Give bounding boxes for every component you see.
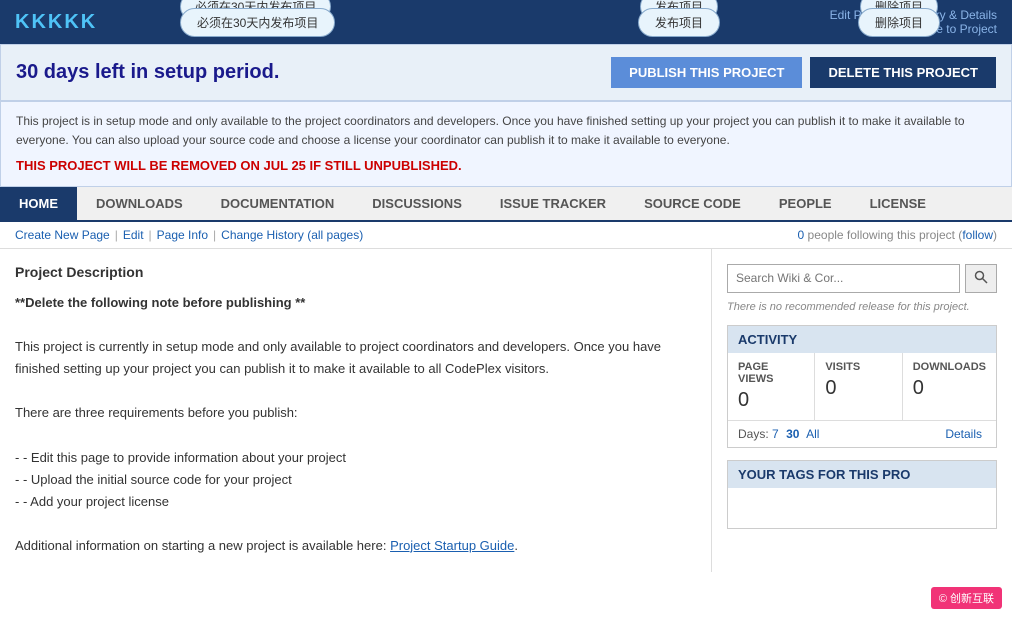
- tab-issue-tracker[interactable]: ISSUE TRACKER: [481, 187, 625, 220]
- tags-box: YOUR TAGS FOR THIS PRO: [727, 460, 997, 529]
- logo: KKKKK: [15, 11, 97, 34]
- warning-text: THIS PROJECT WILL BE REMOVED ON JUL 25 I…: [16, 156, 996, 176]
- guide-link[interactable]: Project Startup Guide: [390, 538, 514, 553]
- requirements-list: - Edit this page to provide information …: [15, 447, 696, 513]
- notice-buttons: PUBLISH THIS PROJECT DELETE THIS PROJECT: [611, 57, 996, 88]
- requirements-heading: There are three requirements before you …: [15, 402, 696, 424]
- stat-visits: VISITS 0: [815, 353, 902, 420]
- search-icon: [974, 270, 988, 284]
- req2: - Upload the initial source code for you…: [15, 469, 696, 491]
- watermark: © 创新互联: [931, 587, 1002, 609]
- project-desc-body: **Delete the following note before publi…: [15, 292, 696, 557]
- no-release-text: There is no recommended release for this…: [727, 301, 997, 313]
- main-content: Project Description **Delete the followi…: [0, 249, 1012, 572]
- search-row: [727, 264, 997, 293]
- tags-header: YOUR TAGS FOR THIS PRO: [728, 461, 996, 488]
- days-row: Days: 7 30 All Details: [728, 420, 996, 447]
- publish-button[interactable]: PUBLISH THIS PROJECT: [611, 57, 802, 88]
- create-new-page-link[interactable]: Create New Page: [15, 228, 110, 242]
- tab-people[interactable]: PEOPLE: [760, 187, 851, 220]
- tab-home[interactable]: HOME: [0, 187, 77, 220]
- note-body: This project is currently in setup mode …: [15, 336, 696, 380]
- tab-license[interactable]: LICENSE: [851, 187, 945, 220]
- subscribe-link[interactable]: Subscribe to Project: [890, 22, 997, 36]
- activity-stats: PAGE VIEWS 0 VISITS 0 DOWNLOADS 0: [728, 353, 996, 420]
- activity-header: ACTIVITY: [728, 326, 996, 353]
- search-input[interactable]: [727, 264, 960, 293]
- additional-info: Additional information on starting a new…: [15, 535, 696, 557]
- content-right: There is no recommended release for this…: [712, 249, 1012, 572]
- req1: - Edit this page to provide information …: [15, 447, 696, 469]
- req3: - Add your project license: [15, 491, 696, 513]
- tab-discussions[interactable]: DISCUSSIONS: [353, 187, 481, 220]
- sub-nav-right: 0 people following this project (follow): [798, 228, 997, 242]
- content-left: Project Description **Delete the followi…: [0, 249, 712, 572]
- days-30-link[interactable]: 30: [786, 427, 799, 441]
- page-info-link[interactable]: Page Info: [157, 228, 208, 242]
- days-7-link[interactable]: 7: [772, 427, 779, 441]
- description-text: This project is in setup mode and only a…: [16, 112, 996, 150]
- tab-source-code[interactable]: SOURCE CODE: [625, 187, 760, 220]
- project-desc-title: Project Description: [15, 264, 696, 280]
- activity-box: ACTIVITY PAGE VIEWS 0 VISITS 0 DOWNLOADS…: [727, 325, 997, 448]
- details-link[interactable]: Details: [945, 427, 982, 441]
- notice-text: 30 days left in setup period.: [16, 61, 279, 84]
- notice-bar: 30 days left in setup period. PUBLISH TH…: [0, 44, 1012, 101]
- following-text: people following this project (: [808, 228, 963, 242]
- days-label: Days:: [738, 427, 769, 441]
- change-history-link[interactable]: Change History (all pages): [221, 228, 363, 242]
- sub-nav-left: Create New Page | Edit | Page Info | Cha…: [15, 228, 363, 242]
- stat-pageviews: PAGE VIEWS 0: [728, 353, 815, 420]
- days-all-link[interactable]: All: [806, 427, 819, 441]
- delete-button[interactable]: DELETE THIS PROJECT: [810, 57, 996, 88]
- tab-documentation[interactable]: DOCUMENTATION: [202, 187, 354, 220]
- follow-link[interactable]: follow: [962, 228, 993, 242]
- stat-downloads: DOWNLOADS 0: [903, 353, 996, 420]
- description-bar: This project is in setup mode and only a…: [0, 101, 1012, 187]
- followers-count: 0: [798, 228, 805, 242]
- search-button[interactable]: [965, 264, 997, 293]
- edit-link[interactable]: Edit: [123, 228, 144, 242]
- tags-content: [728, 488, 996, 528]
- tab-downloads[interactable]: DOWNLOADS: [77, 187, 202, 220]
- sub-nav: Create New Page | Edit | Page Info | Cha…: [0, 222, 1012, 249]
- note-heading: **Delete the following note before publi…: [15, 295, 305, 310]
- nav-tabs: HOME DOWNLOADS DOCUMENTATION DISCUSSIONS…: [0, 187, 1012, 222]
